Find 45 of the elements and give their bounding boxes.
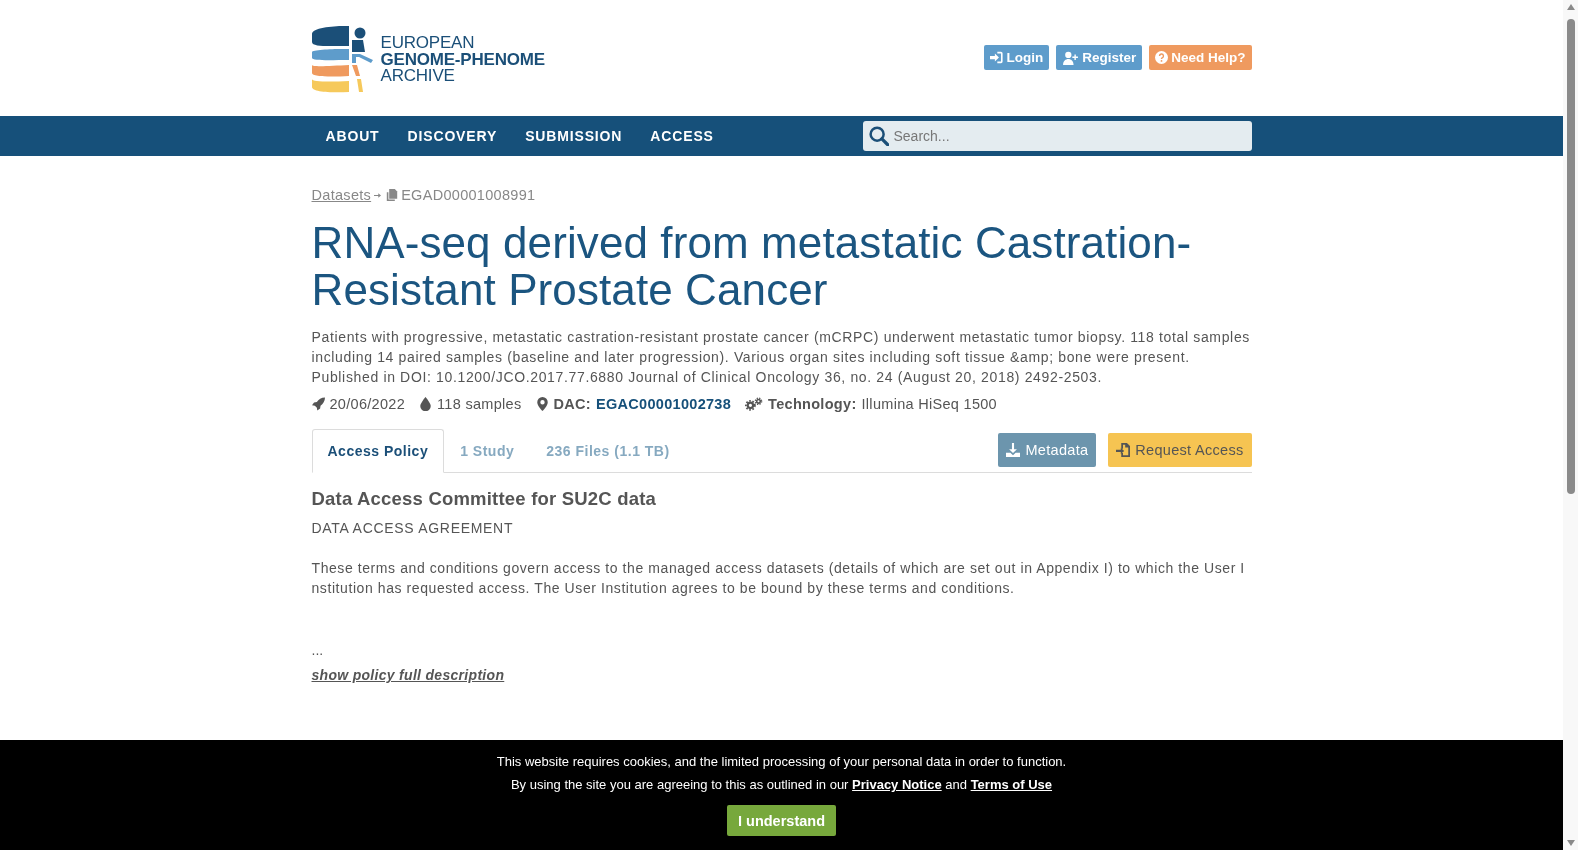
request-access-button[interactable]: Request Access	[1108, 433, 1252, 467]
search-field[interactable]: Search...	[862, 121, 1252, 151]
policy-title: Data Access Committee for SU2C data	[311, 488, 657, 510]
scrollbar-thumb[interactable]	[1566, 19, 1575, 494]
meta-label: DAC:	[553, 396, 591, 412]
droplet-icon	[419, 397, 433, 411]
search-icon	[868, 126, 889, 146]
dataset-title: RNA-seq derived from metastatic Castration-Resistant Prostate Cancer	[311, 219, 1193, 313]
layered-cylinder-logo	[311, 25, 374, 93]
rocket-icon	[311, 397, 325, 411]
policy-link[interactable]: Terms of Use	[970, 777, 1053, 792]
nav-link[interactable]: SUBMISSION	[511, 116, 637, 156]
cookie-consent-text: By using the site you are agreeing to this as outlined in our Privacy Notice and Terms of Use	[510, 777, 1053, 793]
file-arrow-icon	[1116, 443, 1131, 457]
sign-in-icon	[990, 51, 1004, 64]
logo-wordmark: EUROPEAN GENOME-PHENOME ARCHIVE	[380, 33, 546, 85]
gears-icon	[745, 397, 764, 411]
copy-icon[interactable]	[386, 188, 399, 202]
ellipsis-text: ...	[311, 641, 324, 660]
description-paragraph: Patients with progressive, metastatic castration-resistant prostate cancer (mCRPC) underwent metastatic tumor biopsy. 118 total samples including 14 paired samples (baseline and later progression). Various organ sites including soft tissue &amp; bone were present.	[311, 328, 1251, 367]
policy-subtitle: DATA ACCESS AGREEMENT	[311, 519, 514, 538]
dataset-id: EGAD00001008991	[401, 187, 536, 203]
nav-link[interactable]: ACCESS	[636, 116, 728, 156]
description-paragraph: Published in DOI: 10.1200/JCO.2017.77.6880 Journal of Clinical Oncology 36, no. 24 (August 20, 2018) 2492-2503.	[311, 368, 1103, 387]
scroll-down-icon[interactable]	[1566, 840, 1575, 846]
scroll-up-icon[interactable]	[1566, 4, 1575, 10]
dac-link[interactable]: EGAC00001002738	[596, 396, 732, 412]
policy-text: These terms and conditions govern access to the managed access datasets (details of which are set out in Appendix I) to which the User Institution has requested access. The User Institution agrees to be bound by these terms and conditions.	[311, 559, 1246, 598]
cookie-notice-text: This website requires cookies, and the limited processing of your personal data in order to function.	[496, 754, 1067, 770]
nav-link[interactable]: ABOUT	[311, 116, 394, 156]
meta-value: Illumina HiSeq 1500	[861, 396, 997, 412]
policy-link[interactable]: Privacy Notice	[852, 777, 942, 792]
breadcrumb-link[interactable]: Datasets	[311, 187, 372, 203]
show-description-link[interactable]: show policy full description	[311, 665, 505, 685]
meta-value: 20/06/2022	[329, 396, 406, 412]
meta-value: 118 samples	[437, 396, 522, 412]
nav-link[interactable]: DISCOVERY	[393, 116, 512, 156]
scrollbar[interactable]	[1563, 0, 1578, 850]
meta-label: Technology:	[768, 396, 857, 412]
map-pin-icon	[535, 397, 549, 411]
question-circle-icon	[1155, 51, 1169, 64]
tab[interactable]: Access Policy	[311, 429, 445, 473]
user-plus-icon	[1062, 50, 1080, 65]
arrow-icon	[374, 191, 382, 199]
download-icon	[1006, 443, 1021, 457]
